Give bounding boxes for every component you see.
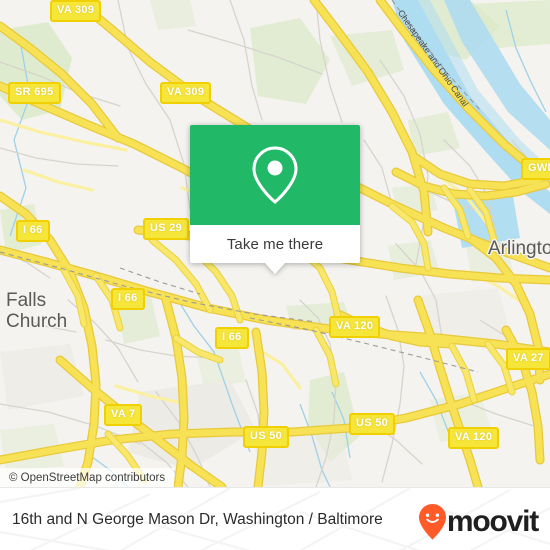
footer-bar: 16th and N George Mason Dr, Washington /…	[0, 487, 550, 550]
highway-shield-va-7[interactable]: VA 7	[104, 404, 143, 426]
footer-address-text: 16th and N George Mason Dr, Washington /…	[12, 510, 383, 528]
location-pin-icon	[252, 146, 298, 204]
map-canvas[interactable]: .mw-case { stroke:#e8c93a; stroke-width:…	[0, 0, 550, 487]
highway-shield-us-50-west[interactable]: US 50	[243, 426, 290, 448]
highway-shield-i-66-east[interactable]: I 66	[215, 327, 249, 349]
highway-shield-va-27[interactable]: VA 27	[506, 348, 550, 370]
highway-shield-va-309-mid[interactable]: VA 309	[160, 82, 212, 104]
highway-shield-i-66-center[interactable]: I 66	[111, 288, 145, 310]
moovit-pin-icon	[418, 504, 446, 540]
map-attribution[interactable]: © OpenStreetMap contributors	[0, 468, 175, 487]
callout-action-bar[interactable]: Take me there	[190, 225, 360, 274]
callout-tail	[264, 262, 286, 274]
callout-image-panel	[190, 125, 360, 225]
attribution-text: © OpenStreetMap contributors	[9, 471, 166, 484]
highway-shield-i-66-left[interactable]: I 66	[16, 220, 50, 242]
moovit-wordmark: moovit	[446, 505, 539, 538]
highway-shield-us-50-east[interactable]: US 50	[349, 413, 396, 435]
highway-shield-va-120-north[interactable]: VA 120	[329, 316, 381, 338]
map-callout-popup[interactable]: Take me there	[190, 125, 360, 274]
callout-action-label: Take me there	[226, 235, 324, 253]
moovit-logo[interactable]: moovit	[418, 504, 539, 540]
highway-shield-va-309-top[interactable]: VA 309	[50, 0, 102, 22]
highway-shield-gwmp[interactable]: GWMP	[521, 158, 550, 180]
highway-shield-va-120-south[interactable]: VA 120	[448, 427, 500, 449]
city-label-falls-church: Falls Church	[6, 290, 68, 332]
city-label-arlington: Arlington	[488, 238, 550, 259]
highway-shield-us-29[interactable]: US 29	[143, 218, 190, 240]
moovit-map-screen: .mw-case { stroke:#e8c93a; stroke-width:…	[0, 0, 550, 550]
highway-shield-sr-695[interactable]: SR 695	[8, 82, 61, 104]
water-label-chesapeake-ohio-canal: Chesapeake and Ohio Canal	[395, 8, 471, 109]
